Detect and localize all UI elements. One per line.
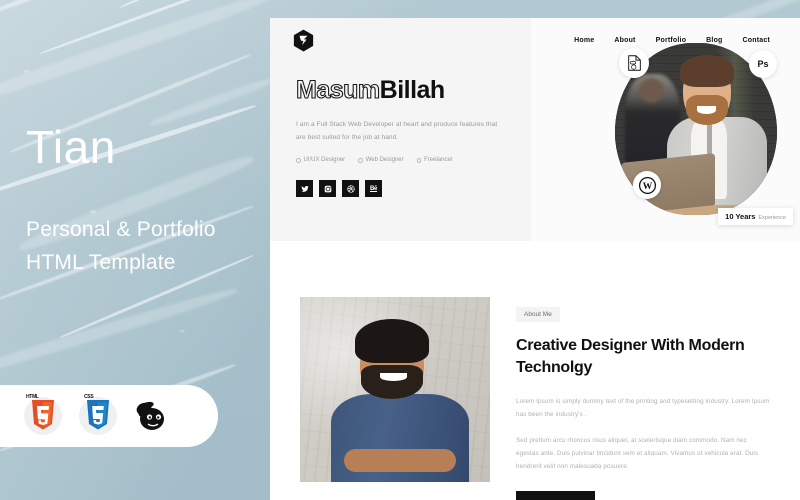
role-freelancer: Freelancer xyxy=(416,157,453,164)
role-bullet-icon xyxy=(358,158,363,163)
hero-name: MasumBillah xyxy=(295,76,526,104)
about-section: About Me Creative Designer With Modern T… xyxy=(270,241,800,500)
hero-section: Home About Portfolio Blog Contact MasumB… xyxy=(270,18,800,241)
promo-subtitle-line1: Personal & Portfolio xyxy=(26,218,216,241)
template-preview-panel: Home About Portfolio Blog Contact MasumB… xyxy=(270,18,800,500)
wordpress-icon: W xyxy=(638,176,656,194)
about-paragraph-1: Lorem Ipsum is simply dummy text of the … xyxy=(516,398,770,419)
about-title: Creative Designer With Modern Technolgy xyxy=(516,337,745,376)
dribbble-icon xyxy=(346,185,355,193)
paint-speck xyxy=(24,70,29,73)
social-link-twitter[interactable] xyxy=(296,180,313,198)
css3-badge: CSS xyxy=(79,394,117,435)
screenshot-stage: Tian Personal & Portfolio HTML Template … xyxy=(0,0,800,500)
promo-title: Tian xyxy=(26,121,116,173)
float-badge-photoshop: Ps xyxy=(749,50,777,78)
css3-icon xyxy=(87,400,109,430)
promo-subtitle: Personal & Portfolio HTML Template xyxy=(26,214,276,279)
site-logo[interactable] xyxy=(293,29,314,52)
social-links: Bē xyxy=(296,180,526,198)
hero-name-first: Masum xyxy=(295,76,380,104)
mailchimp-icon xyxy=(136,401,164,430)
mailchimp-badge xyxy=(134,397,172,435)
role-label: Freelancer xyxy=(424,157,453,164)
photo-subject-hair xyxy=(679,55,735,88)
tech-badge-pill: HTML CSS xyxy=(0,385,218,447)
about-content: About Me Creative Designer With Modern T… xyxy=(516,297,770,500)
role-bullet-icon xyxy=(416,158,422,163)
experience-label: Experience xyxy=(758,215,786,221)
role-label: UI/UX Designer xyxy=(303,157,346,164)
hero-description: I am a Full Stack Web Developer at heart… xyxy=(296,121,498,141)
about-chip: About Me xyxy=(516,307,560,322)
hero-name-last: Billah xyxy=(379,76,446,104)
experience-chip: 10 Years Experience xyxy=(718,208,793,225)
hero-photo-group: Ps W 10 Years Experience xyxy=(615,43,793,225)
social-link-instagram[interactable] xyxy=(319,180,336,198)
about-paragraph-2: Sed pretium arcu rhoncus risus aliquet, … xyxy=(516,436,759,471)
behance-icon: Bē xyxy=(369,185,378,192)
hero-copy: MasumBillah I am a Full Stack Web Develo… xyxy=(295,76,526,198)
code-file-icon xyxy=(627,55,641,71)
promo-subtitle-line2: HTML Template xyxy=(26,250,176,274)
html5-label: HTML xyxy=(26,394,39,400)
hero-role-list: UI/UX Designer Web Designer Freelancer xyxy=(296,157,526,163)
photoshop-icon: Ps xyxy=(757,59,769,69)
paint-speck xyxy=(180,330,185,332)
role-bullet-icon xyxy=(296,158,301,163)
role-uiux: UI/UX Designer xyxy=(296,157,345,163)
about-subject-smile xyxy=(379,372,407,382)
twitter-icon xyxy=(300,185,309,192)
hexagon-t-logo-icon xyxy=(293,29,314,51)
about-portrait-photo xyxy=(300,297,490,482)
about-photo-subject xyxy=(330,319,470,482)
experience-years: 10 Years xyxy=(725,212,756,221)
about-subject-beard xyxy=(361,364,423,399)
role-web-designer: Web Designer xyxy=(358,157,404,164)
instagram-icon xyxy=(324,185,331,193)
svg-text:W: W xyxy=(642,181,652,191)
promo-copy: Tian Personal & Portfolio HTML Template xyxy=(26,124,276,279)
nav-item-home[interactable]: Home xyxy=(574,37,594,44)
css3-label: CSS xyxy=(84,394,94,400)
float-badge-code xyxy=(619,48,649,78)
download-cv-button[interactable]: Download CV xyxy=(516,491,595,500)
float-badge-wordpress: W xyxy=(633,171,661,199)
about-subject-arms xyxy=(344,449,456,473)
social-link-dribbble[interactable] xyxy=(342,180,359,198)
photo-subject-smile xyxy=(696,106,717,114)
social-link-behance[interactable]: Bē xyxy=(365,180,382,198)
html5-icon xyxy=(32,400,54,430)
role-label: Web Designer xyxy=(365,157,404,164)
about-subject-hair xyxy=(354,319,430,364)
html5-badge: HTML xyxy=(24,394,62,435)
